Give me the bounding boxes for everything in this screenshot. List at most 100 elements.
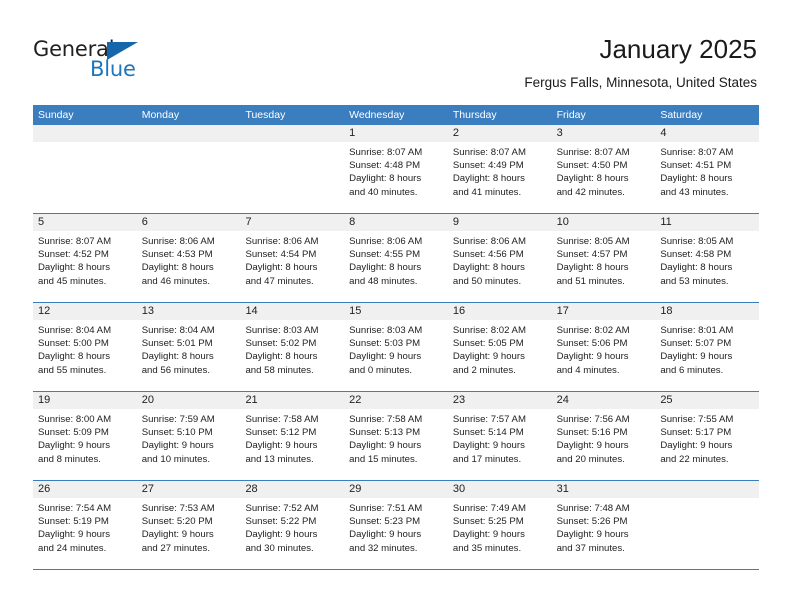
day-cell[interactable]: 29 Sunrise: 7:51 AM Sunset: 5:23 PM Dayl… xyxy=(344,481,448,569)
day-cell[interactable]: 22 Sunrise: 7:58 AM Sunset: 5:13 PM Dayl… xyxy=(344,392,448,480)
sunset-text: Sunset: 5:17 PM xyxy=(660,427,732,439)
daylight-text-line1: Daylight: 8 hours xyxy=(245,262,318,274)
daylight-text-line2: and 51 minutes. xyxy=(556,275,625,287)
week-row: 26 Sunrise: 7:54 AM Sunset: 5:19 PM Dayl… xyxy=(33,480,760,569)
sunrise-text: Sunrise: 7:52 AM xyxy=(245,503,319,514)
day-cell[interactable]: 18 Sunrise: 8:01 AM Sunset: 5:07 PM Dayl… xyxy=(655,303,760,391)
sunset-text: Sunset: 4:53 PM xyxy=(141,249,213,261)
daylight-text-line2: and 46 minutes. xyxy=(141,275,210,287)
day-cell[interactable]: 4 Sunrise: 8:07 AM Sunset: 4:51 PM Dayli… xyxy=(655,125,760,213)
week-row: 12 Sunrise: 8:04 AM Sunset: 5:00 PM Dayl… xyxy=(33,302,760,391)
daylight-text-line2: and 58 minutes. xyxy=(245,364,314,376)
day-number: 6 xyxy=(136,214,241,231)
daylight-text-line2: and 40 minutes. xyxy=(349,186,418,198)
daylight-text-line2: and 17 minutes. xyxy=(452,453,522,465)
day-cell[interactable]: 30 Sunrise: 7:49 AM Sunset: 5:25 PM Dayl… xyxy=(447,481,552,569)
daylight-text-line2: and 15 minutes. xyxy=(349,453,418,465)
sunrise-text: Sunrise: 8:03 AM xyxy=(245,325,319,336)
day-number: 8 xyxy=(344,214,448,231)
day-info: Sunrise: 7:58 AM Sunset: 5:13 PM Dayligh… xyxy=(344,409,448,466)
day-cell[interactable]: 1 Sunrise: 8:07 AM Sunset: 4:48 PM Dayli… xyxy=(344,125,448,213)
sunrise-text: Sunrise: 7:48 AM xyxy=(556,503,630,514)
day-info: Sunrise: 8:07 AM Sunset: 4:50 PM Dayligh… xyxy=(552,142,656,199)
sunrise-text: Sunrise: 8:07 AM xyxy=(452,147,526,158)
day-cell[interactable]: 12 Sunrise: 8:04 AM Sunset: 5:00 PM Dayl… xyxy=(33,303,137,391)
day-cell[interactable]: 3 Sunrise: 8:07 AM Sunset: 4:50 PM Dayli… xyxy=(551,125,656,213)
day-cell[interactable]: 27 Sunrise: 7:53 AM Sunset: 5:20 PM Dayl… xyxy=(136,481,241,569)
daylight-text-line1: Daylight: 9 hours xyxy=(245,529,318,541)
daylight-text-line1: Daylight: 8 hours xyxy=(452,262,525,274)
sunrise-text: Sunrise: 8:00 AM xyxy=(38,414,112,425)
day-cell xyxy=(136,125,241,213)
day-number: 26 xyxy=(33,481,137,498)
day-cell[interactable]: 25 Sunrise: 7:55 AM Sunset: 5:17 PM Dayl… xyxy=(655,392,760,480)
day-cell[interactable]: 7 Sunrise: 8:06 AM Sunset: 4:54 PM Dayli… xyxy=(240,214,345,302)
daylight-text-line1: Daylight: 8 hours xyxy=(141,262,214,274)
day-info: Sunrise: 8:07 AM Sunset: 4:52 PM Dayligh… xyxy=(33,231,137,288)
day-cell[interactable]: 14 Sunrise: 8:03 AM Sunset: 5:02 PM Dayl… xyxy=(240,303,345,391)
sunset-text: Sunset: 5:06 PM xyxy=(556,338,628,350)
sunset-text: Sunset: 5:16 PM xyxy=(556,427,628,439)
day-number: 5 xyxy=(33,214,137,231)
sunrise-text: Sunrise: 8:05 AM xyxy=(556,236,630,247)
day-cell[interactable]: 17 Sunrise: 8:02 AM Sunset: 5:06 PM Dayl… xyxy=(551,303,656,391)
day-number: 1 xyxy=(344,125,448,142)
sunset-text: Sunset: 4:56 PM xyxy=(452,249,524,261)
day-cell[interactable]: 31 Sunrise: 7:48 AM Sunset: 5:26 PM Dayl… xyxy=(551,481,656,569)
daylight-text-line2: and 37 minutes. xyxy=(556,542,625,554)
day-number: 21 xyxy=(240,392,345,409)
weekday-header-tuesday: Tuesday xyxy=(245,109,286,121)
day-cell[interactable]: 2 Sunrise: 8:07 AM Sunset: 4:49 PM Dayli… xyxy=(447,125,552,213)
day-info: Sunrise: 8:03 AM Sunset: 5:02 PM Dayligh… xyxy=(240,320,344,377)
daylight-text-line1: Daylight: 9 hours xyxy=(660,440,733,452)
day-number: 16 xyxy=(447,303,552,320)
sunset-text: Sunset: 4:54 PM xyxy=(245,249,317,261)
day-cell[interactable]: 10 Sunrise: 8:05 AM Sunset: 4:57 PM Dayl… xyxy=(551,214,656,302)
day-cell[interactable]: 20 Sunrise: 7:59 AM Sunset: 5:10 PM Dayl… xyxy=(136,392,241,480)
sunrise-text: Sunrise: 7:57 AM xyxy=(452,414,526,425)
sunrise-text: Sunrise: 7:58 AM xyxy=(349,414,423,425)
sunrise-text: Sunrise: 7:58 AM xyxy=(245,414,319,425)
day-cell[interactable]: 13 Sunrise: 8:04 AM Sunset: 5:01 PM Dayl… xyxy=(136,303,241,391)
daylight-text-line1: Daylight: 9 hours xyxy=(452,440,525,452)
day-number: 18 xyxy=(655,303,760,320)
week-row: 1 Sunrise: 8:07 AM Sunset: 4:48 PM Dayli… xyxy=(33,125,760,213)
day-number: 17 xyxy=(551,303,656,320)
daylight-text-line1: Daylight: 9 hours xyxy=(349,529,422,541)
day-info: Sunrise: 8:04 AM Sunset: 5:00 PM Dayligh… xyxy=(33,320,137,377)
sunset-text: Sunset: 5:22 PM xyxy=(245,516,317,528)
daylight-text-line2: and 48 minutes. xyxy=(349,275,418,287)
day-cell[interactable]: 16 Sunrise: 8:02 AM Sunset: 5:05 PM Dayl… xyxy=(447,303,552,391)
calendar-page: General Blue January 2025 Fergus Falls, … xyxy=(0,0,792,612)
day-cell[interactable]: 15 Sunrise: 8:03 AM Sunset: 5:03 PM Dayl… xyxy=(344,303,448,391)
day-cell[interactable]: 8 Sunrise: 8:06 AM Sunset: 4:55 PM Dayli… xyxy=(344,214,448,302)
day-cell[interactable]: 21 Sunrise: 7:58 AM Sunset: 5:12 PM Dayl… xyxy=(240,392,345,480)
daylight-text-line1: Daylight: 8 hours xyxy=(38,351,110,363)
day-info: Sunrise: 8:07 AM Sunset: 4:49 PM Dayligh… xyxy=(448,142,552,199)
day-cell[interactable]: 5 Sunrise: 8:07 AM Sunset: 4:52 PM Dayli… xyxy=(33,214,137,302)
day-info: Sunrise: 8:02 AM Sunset: 5:06 PM Dayligh… xyxy=(552,320,656,377)
day-info: Sunrise: 7:59 AM Sunset: 5:10 PM Dayligh… xyxy=(137,409,241,466)
logo-text-blue: Blue xyxy=(90,57,136,81)
general-blue-logo: General Blue xyxy=(33,37,193,83)
title-block: January 2025 Fergus Falls, Minnesota, Un… xyxy=(524,33,757,91)
day-info: Sunrise: 7:55 AM Sunset: 5:17 PM Dayligh… xyxy=(655,409,759,466)
day-number xyxy=(33,125,137,142)
day-cell[interactable]: 6 Sunrise: 8:06 AM Sunset: 4:53 PM Dayli… xyxy=(136,214,241,302)
day-cell[interactable]: 19 Sunrise: 8:00 AM Sunset: 5:09 PM Dayl… xyxy=(33,392,137,480)
day-info: Sunrise: 7:51 AM Sunset: 5:23 PM Dayligh… xyxy=(344,498,448,555)
sunrise-text: Sunrise: 8:01 AM xyxy=(660,325,734,336)
daylight-text-line1: Daylight: 8 hours xyxy=(38,262,110,274)
sunrise-text: Sunrise: 8:07 AM xyxy=(556,147,630,158)
sunrise-text: Sunrise: 8:02 AM xyxy=(556,325,630,336)
daylight-text-line1: Daylight: 9 hours xyxy=(660,351,733,363)
day-cell[interactable]: 11 Sunrise: 8:05 AM Sunset: 4:58 PM Dayl… xyxy=(655,214,760,302)
day-cell[interactable]: 26 Sunrise: 7:54 AM Sunset: 5:19 PM Dayl… xyxy=(33,481,137,569)
day-cell[interactable]: 24 Sunrise: 7:56 AM Sunset: 5:16 PM Dayl… xyxy=(551,392,656,480)
weekday-header-friday: Friday xyxy=(556,109,586,121)
day-cell[interactable]: 23 Sunrise: 7:57 AM Sunset: 5:14 PM Dayl… xyxy=(447,392,552,480)
day-cell[interactable]: 28 Sunrise: 7:52 AM Sunset: 5:22 PM Dayl… xyxy=(240,481,345,569)
sunrise-text: Sunrise: 8:06 AM xyxy=(141,236,215,247)
day-cell[interactable]: 9 Sunrise: 8:06 AM Sunset: 4:56 PM Dayli… xyxy=(447,214,552,302)
sunrise-text: Sunrise: 8:03 AM xyxy=(349,325,423,336)
